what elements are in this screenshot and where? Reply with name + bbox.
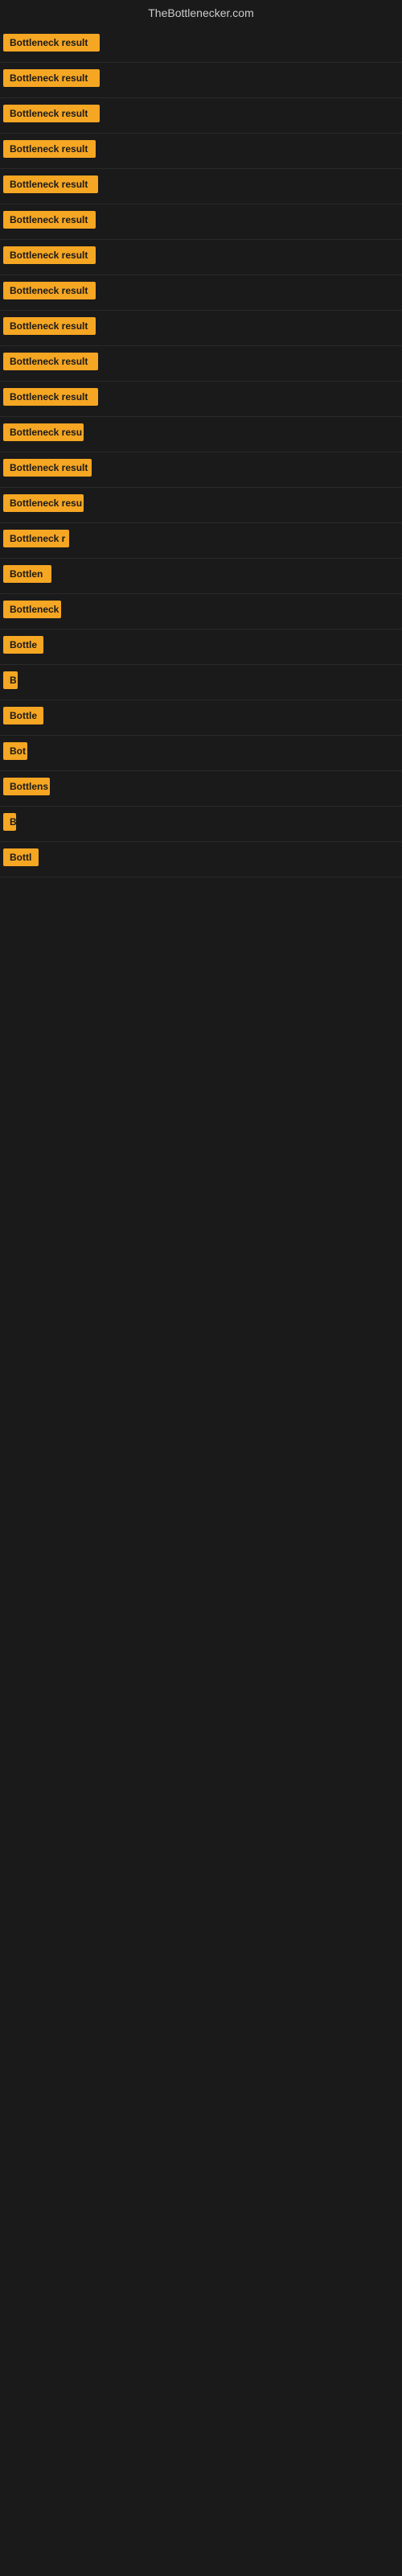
list-item: Bottle	[0, 630, 402, 665]
list-item: Bottleneck result	[0, 275, 402, 311]
bottleneck-result-badge[interactable]: Bottleneck resu	[3, 423, 84, 441]
bottleneck-result-badge[interactable]: Bottle	[3, 707, 43, 724]
bottleneck-result-badge[interactable]: B	[3, 671, 18, 689]
list-item: Bottleneck result	[0, 26, 402, 63]
list-item: Bottleneck resu	[0, 488, 402, 523]
list-item: Bottle	[0, 700, 402, 736]
list-item: Bottleneck result	[0, 346, 402, 382]
bottleneck-result-badge[interactable]: Bottleneck result	[3, 246, 96, 264]
bottleneck-result-badge[interactable]: Bottlens	[3, 778, 50, 795]
list-item: Bottleneck result	[0, 452, 402, 488]
list-item: Bottlen	[0, 559, 402, 594]
list-item: Bottleneck result	[0, 311, 402, 346]
bottleneck-result-badge[interactable]: Bottle	[3, 636, 43, 654]
list-item: B	[0, 665, 402, 700]
list-item: Bottl	[0, 842, 402, 877]
bottleneck-result-badge[interactable]: Bot	[3, 742, 27, 760]
list-item: Bottleneck resu	[0, 417, 402, 452]
list-item: Bottleneck r	[0, 523, 402, 559]
bottleneck-result-badge[interactable]: Bottleneck result	[3, 175, 98, 193]
bottleneck-result-badge[interactable]: Bottleneck result	[3, 211, 96, 229]
list-item: Bottleneck result	[0, 63, 402, 98]
list-item: Bottleneck result	[0, 98, 402, 134]
bottleneck-result-badge[interactable]: Bottleneck result	[3, 69, 100, 87]
list-item: Bottlens	[0, 771, 402, 807]
bottleneck-result-badge[interactable]: Bottleneck resu	[3, 494, 84, 512]
bottleneck-result-badge[interactable]: Bottleneck result	[3, 388, 98, 406]
bottleneck-result-badge[interactable]: B	[3, 813, 16, 831]
list-item: Bottleneck	[0, 594, 402, 630]
bottleneck-result-badge[interactable]: Bottleneck result	[3, 34, 100, 52]
list-item: B	[0, 807, 402, 842]
bottleneck-result-badge[interactable]: Bottlen	[3, 565, 51, 583]
bottleneck-result-badge[interactable]: Bottleneck result	[3, 105, 100, 122]
list-item: Bottleneck result	[0, 134, 402, 169]
list-item: Bottleneck result	[0, 204, 402, 240]
bottleneck-result-badge[interactable]: Bottleneck result	[3, 459, 92, 477]
site-title-container: TheBottlenecker.com	[0, 0, 402, 26]
bottleneck-result-badge[interactable]: Bottleneck	[3, 601, 61, 618]
bottleneck-result-badge[interactable]: Bottleneck r	[3, 530, 69, 547]
bottleneck-result-badge[interactable]: Bottleneck result	[3, 317, 96, 335]
bottleneck-result-badge[interactable]: Bottleneck result	[3, 353, 98, 370]
site-title: TheBottlenecker.com	[0, 0, 402, 26]
list-item: Bottleneck result	[0, 240, 402, 275]
bottleneck-result-badge[interactable]: Bottleneck result	[3, 140, 96, 158]
list-item: Bottleneck result	[0, 169, 402, 204]
bottleneck-result-badge[interactable]: Bottl	[3, 848, 39, 866]
bottleneck-result-badge[interactable]: Bottleneck result	[3, 282, 96, 299]
list-item: Bottleneck result	[0, 382, 402, 417]
list-item: Bot	[0, 736, 402, 771]
items-container: Bottleneck result Bottleneck result Bottle…	[0, 26, 402, 877]
